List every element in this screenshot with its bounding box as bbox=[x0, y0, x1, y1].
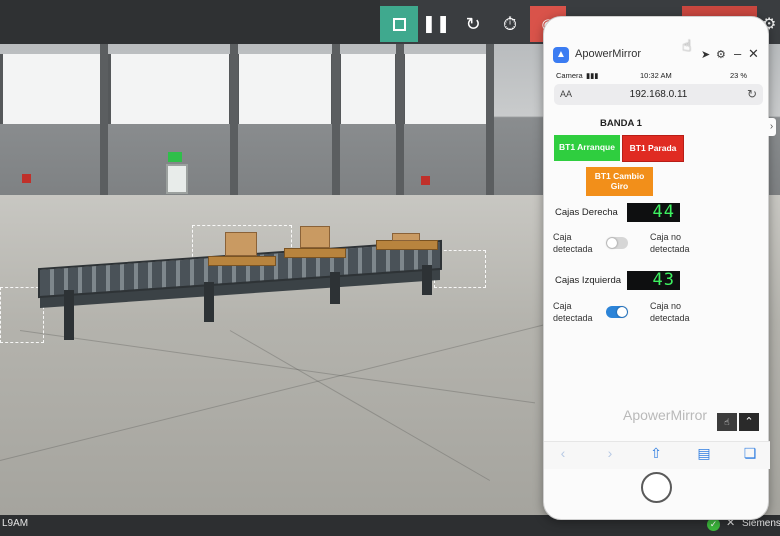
pallet bbox=[208, 256, 276, 266]
cardboard-box bbox=[225, 232, 257, 256]
start-button[interactable]: BT1 Arranque bbox=[554, 135, 620, 161]
left-count-label: Cajas Izquierda bbox=[555, 275, 622, 286]
left-detection-toggle[interactable] bbox=[606, 306, 628, 318]
pillar bbox=[396, 44, 404, 204]
conveyor-leg bbox=[330, 272, 340, 304]
carrier-label: Camera bbox=[556, 71, 583, 80]
left-detected-label: Caja detectada bbox=[553, 301, 593, 323]
apowermirror-logo-icon: ▲ bbox=[553, 47, 569, 63]
tabs-icon[interactable]: ❏ bbox=[740, 445, 760, 462]
window bbox=[402, 54, 490, 124]
minimize-icon[interactable]: – bbox=[734, 46, 741, 61]
window bbox=[236, 54, 334, 124]
fire-extinguisher bbox=[22, 174, 31, 183]
mouse-cursor-icon: ☝ bbox=[682, 38, 692, 55]
clock: 10:32 AM bbox=[640, 71, 672, 80]
conveyor-leg bbox=[64, 290, 74, 340]
bookmarks-icon[interactable]: ▤ bbox=[694, 445, 714, 462]
pillar bbox=[332, 44, 340, 204]
safari-url-bar[interactable]: AA 192.168.0.11 ↻ bbox=[554, 84, 763, 105]
cardboard-box bbox=[392, 233, 420, 241]
signal-icon: ▮▮▮ bbox=[586, 71, 599, 80]
pause-icon: ❚❚ bbox=[421, 14, 451, 33]
watermark: ApowerMirror bbox=[623, 407, 708, 423]
door bbox=[166, 164, 188, 194]
timer-button[interactable]: ⏱ bbox=[492, 6, 528, 42]
stop-square-icon bbox=[392, 17, 406, 31]
chevron-right-icon[interactable]: › bbox=[767, 118, 776, 136]
right-count-display: 44 bbox=[627, 203, 680, 222]
reset-icon: ↻ bbox=[465, 13, 481, 34]
left-count-display: 43 bbox=[627, 271, 680, 290]
left-not-detected-label: Caja no detectada bbox=[650, 301, 690, 323]
screenshot-icon[interactable]: ⚙ bbox=[716, 48, 726, 61]
pallet bbox=[284, 248, 346, 258]
battery-level: 23 % bbox=[730, 71, 748, 80]
stop-button[interactable] bbox=[380, 6, 418, 42]
apowermirror-window: ▲ ApowerMirror ➤ ⚙ – ✕ Camera ▮▮▮ 10:32 … bbox=[543, 16, 770, 520]
forward-icon[interactable]: › bbox=[600, 445, 620, 461]
pause-button[interactable]: ❚❚ bbox=[420, 6, 452, 42]
right-not-detected-label: Caja no detectada bbox=[650, 232, 690, 254]
reload-icon[interactable]: ↻ bbox=[747, 87, 757, 101]
close-icon[interactable]: ✕ bbox=[748, 46, 759, 62]
share-icon[interactable]: ⇧ bbox=[646, 445, 666, 462]
fire-extinguisher bbox=[421, 176, 430, 185]
cardboard-box bbox=[300, 226, 330, 248]
touch-icon[interactable]: ☝ bbox=[717, 413, 737, 431]
timer-icon: ⏱ bbox=[502, 13, 518, 34]
right-count-label: Cajas Derecha bbox=[555, 207, 618, 218]
stop-belt-button[interactable]: BT1 Parada bbox=[622, 135, 684, 162]
right-detection-toggle[interactable] bbox=[606, 237, 628, 249]
conveyor-leg bbox=[422, 265, 432, 295]
reset-button[interactable]: ↻ bbox=[456, 6, 490, 42]
window bbox=[0, 54, 104, 124]
url-text: 192.168.0.11 bbox=[629, 89, 688, 100]
window bbox=[108, 54, 232, 124]
pin-icon[interactable]: ➤ bbox=[701, 48, 710, 61]
pillar bbox=[230, 44, 238, 204]
exit-sign bbox=[168, 152, 182, 162]
status-time: L9AM bbox=[2, 518, 29, 529]
right-detected-label: Caja detectada bbox=[553, 232, 593, 254]
mirror-app-title: ApowerMirror bbox=[575, 48, 642, 60]
chevron-up-icon[interactable]: ⌃ bbox=[739, 413, 759, 431]
home-button[interactable] bbox=[641, 472, 672, 503]
change-direction-button[interactable]: BT1 Cambio Giro bbox=[586, 167, 653, 196]
pallet bbox=[376, 240, 438, 250]
page-title: BANDA 1 bbox=[600, 118, 642, 129]
window bbox=[338, 54, 398, 124]
conveyor-leg bbox=[204, 282, 214, 322]
pillar bbox=[100, 44, 108, 204]
ios-status-bar: Camera ▮▮▮ 10:32 AM 23 % bbox=[556, 71, 761, 83]
pillar bbox=[486, 44, 494, 204]
back-icon[interactable]: ‹ bbox=[553, 445, 573, 461]
